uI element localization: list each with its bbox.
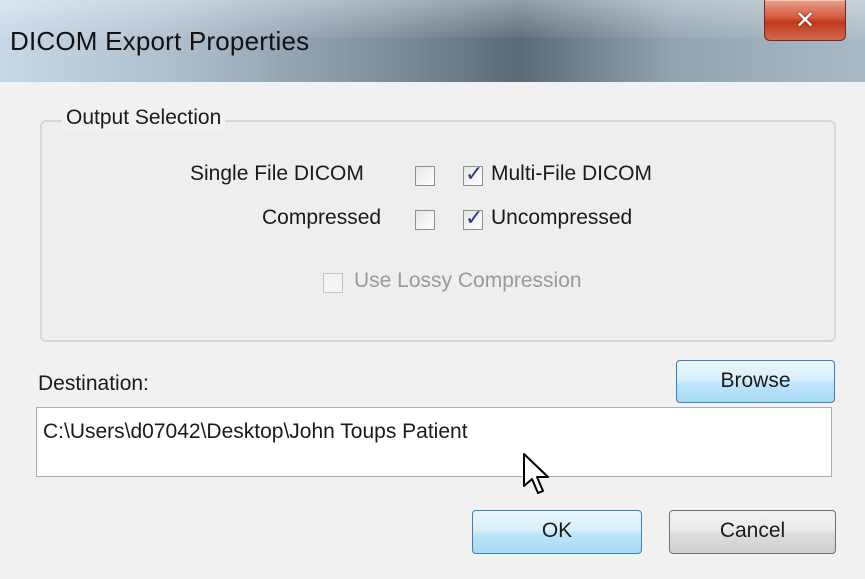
close-button[interactable]: ✕ xyxy=(764,0,846,41)
compressed-checkbox[interactable] xyxy=(415,210,435,230)
multi-file-dicom-checkbox[interactable] xyxy=(463,162,483,187)
lossy-compression-checkbox[interactable] xyxy=(323,273,343,293)
compressed-label: Compressed xyxy=(262,206,382,229)
dicom-export-dialog: DICOM Export Properties ✕ Output Selecti… xyxy=(0,0,865,579)
lossy-compression-label: Use Lossy Compression xyxy=(354,269,582,292)
cancel-button[interactable]: Cancel xyxy=(669,510,836,554)
title-bar[interactable]: DICOM Export Properties ✕ xyxy=(0,0,865,82)
mouse-pointer-icon xyxy=(523,453,549,494)
output-selection-group xyxy=(40,120,836,342)
single-file-dicom-checkbox[interactable] xyxy=(415,166,435,186)
ok-button[interactable]: OK xyxy=(472,510,642,554)
close-icon: ✕ xyxy=(794,6,816,34)
dialog-body: Output Selection Single File DICOM Multi… xyxy=(0,82,865,579)
uncompressed-label: Uncompressed xyxy=(491,206,633,229)
destination-path-field[interactable]: C:\Users\d07042\Desktop\John Toups Patie… xyxy=(36,407,832,477)
browse-button[interactable]: Browse xyxy=(676,360,835,403)
output-selection-title: Output Selection xyxy=(62,106,226,130)
multi-file-dicom-label: Multi-File DICOM xyxy=(491,162,652,185)
uncompressed-checkbox[interactable] xyxy=(463,206,483,231)
destination-label: Destination: xyxy=(38,372,149,395)
window-title: DICOM Export Properties xyxy=(10,26,310,56)
single-file-dicom-label: Single File DICOM xyxy=(190,162,364,185)
